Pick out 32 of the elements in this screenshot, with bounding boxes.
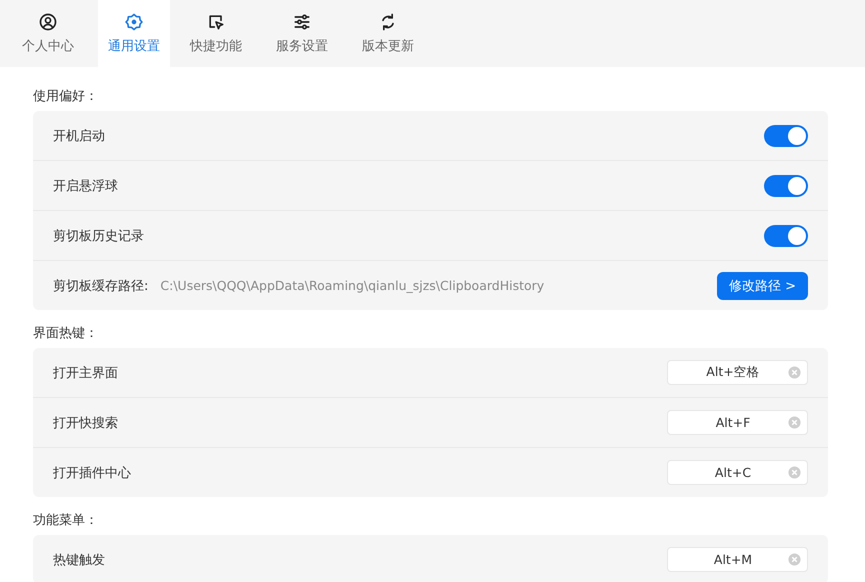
hotkey-field[interactable]: Alt+M (667, 547, 808, 572)
setting-label: 打开快搜索 (53, 414, 118, 432)
toggle-switch[interactable] (764, 124, 808, 146)
section-title: 功能菜单： (33, 512, 99, 529)
toggle-switch[interactable] (764, 174, 808, 196)
setting-label: 剪切板缓存路径: (53, 278, 148, 294)
tab[interactable]: 版本更新 (348, 0, 428, 67)
settings-icon (124, 12, 144, 32)
setting-label: 打开插件中心 (53, 464, 131, 482)
tab[interactable]: 服务设置 (262, 0, 342, 67)
clear-icon[interactable] (788, 553, 801, 566)
change-path-button[interactable]: 修改路径 > (716, 272, 808, 300)
hotkey-field[interactable]: Alt+F (667, 410, 808, 435)
setting-label: 热键触发 (53, 552, 105, 568)
toggle-switch[interactable] (764, 224, 808, 246)
setting-label: 剪切板历史记录 (53, 228, 144, 244)
section-title: 界面热键： (33, 325, 99, 342)
clear-icon[interactable] (788, 366, 801, 379)
setting-label: 打开主界面 (53, 364, 118, 382)
user-icon (38, 12, 58, 32)
clear-icon[interactable] (788, 466, 801, 479)
hotkey-field[interactable]: Alt+空格 (667, 360, 808, 385)
tab[interactable]: 个人中心 (4, 0, 92, 67)
clear-icon[interactable] (788, 416, 801, 429)
hotkey-field[interactable]: Alt+C (667, 460, 808, 485)
setting-label: 开启悬浮球 (53, 178, 118, 194)
section-title: 使用偏好： (33, 88, 99, 105)
path-text: C:\Users\QQQ\AppData\Roaming\qianlu_sjzs\ClipboardHistory (160, 278, 544, 293)
tab[interactable]: 快捷功能 (176, 0, 256, 67)
sliders-icon (292, 12, 312, 32)
tab[interactable]: 通用设置 (98, 0, 170, 67)
setting-label: 开机启动 (53, 128, 105, 144)
